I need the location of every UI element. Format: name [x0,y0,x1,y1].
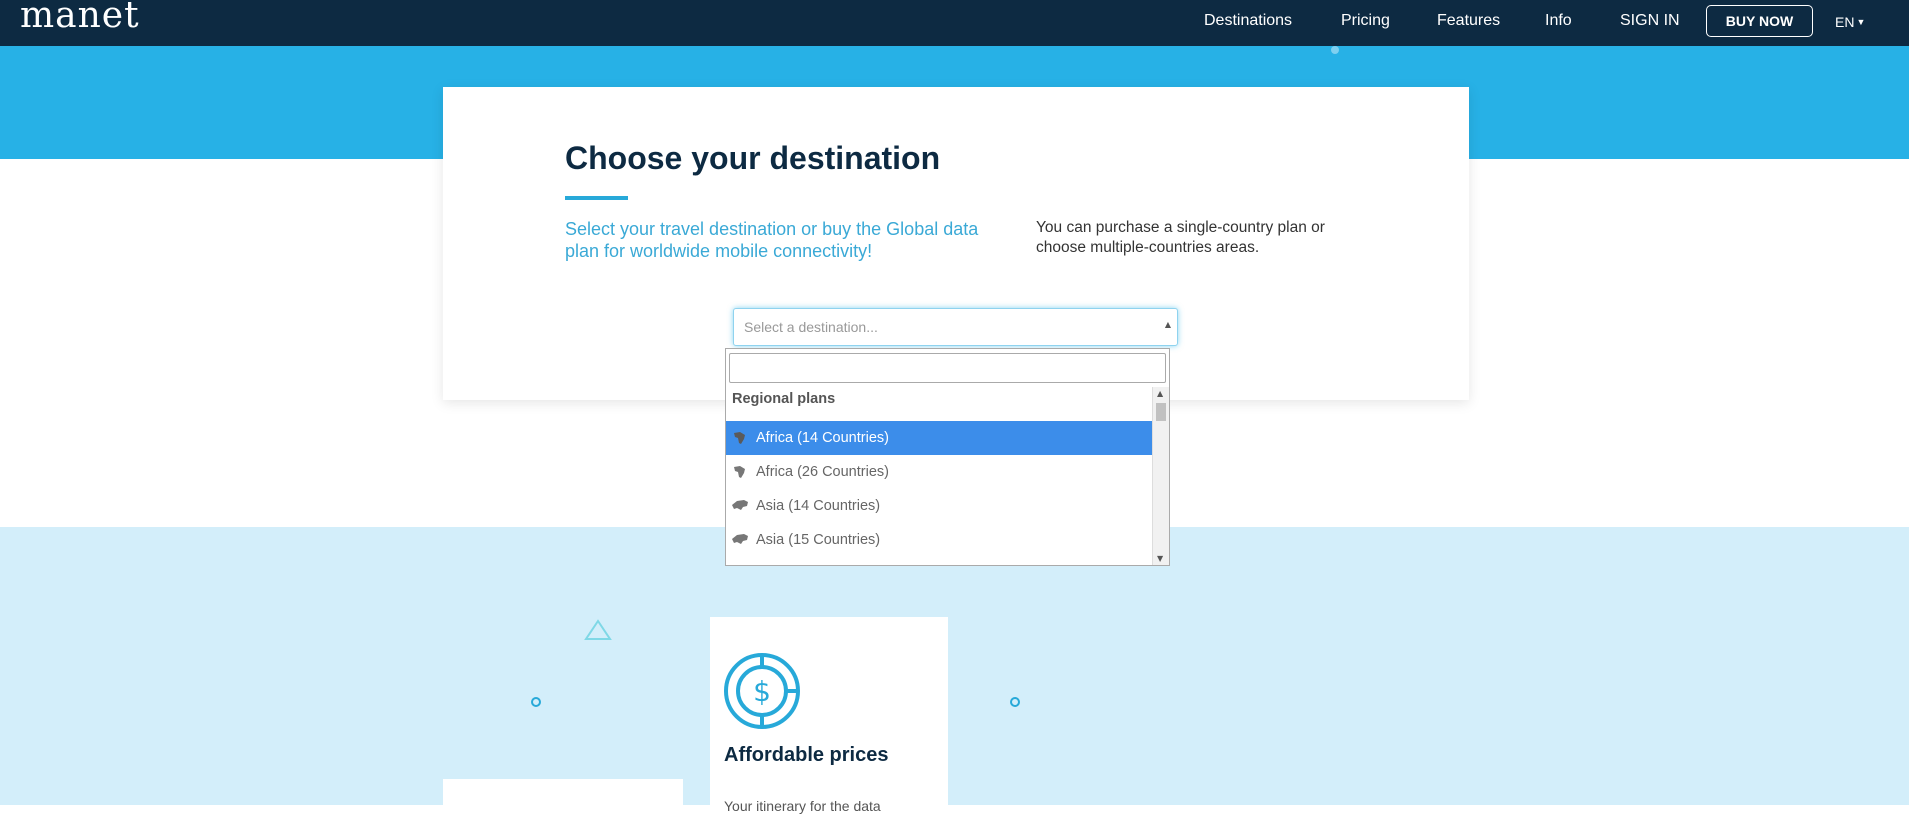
circle-decoration-icon [1010,697,1020,707]
destination-dropdown: Regional plans Africa (14 Countries) Afr… [725,348,1170,566]
option-group-label: Regional plans [732,391,836,407]
asia-icon [732,534,748,544]
destination-options-list[interactable]: Regional plans Africa (14 Countries) Afr… [726,387,1152,565]
option-asia-14[interactable]: Asia (14 Countries) [726,489,1152,523]
dollar-coin-icon: $ [724,653,800,729]
option-label: Africa (26 Countries) [756,464,889,480]
circle-decoration-icon [531,697,541,707]
nav-info-link[interactable]: Info [1545,11,1572,31]
buy-now-button[interactable]: BUY NOW [1706,5,1813,37]
decorative-dot [1331,46,1339,54]
feature-card-partial [443,779,683,819]
option-africa-14[interactable]: Africa (14 Countries) [726,421,1152,455]
africa-icon [734,432,745,444]
option-africa-26[interactable]: Africa (26 Countries) [726,455,1152,489]
triangle-decoration-icon [584,619,612,640]
scroll-down-icon[interactable]: ▼ [1157,554,1163,563]
caret-up-icon: ▲ [1164,320,1171,329]
dropdown-scrollbar[interactable]: ▲ ▼ [1152,387,1169,565]
select-placeholder: Select a destination... [744,319,878,335]
africa-icon [734,466,745,478]
feature-description: Your itinerary for the data [724,798,881,814]
destination-select[interactable]: Select a destination... ▲ [733,308,1178,346]
info-note: You can purchase a single-country plan o… [1036,219,1325,256]
nav-sign-in-link[interactable]: SIGN IN [1620,11,1680,31]
option-label: Asia (14 Countries) [756,498,881,514]
nav-pricing-link[interactable]: Pricing [1341,11,1390,31]
chevron-down-icon: ▼ [1856,17,1866,27]
feature-title: Affordable prices [724,744,889,766]
option-asia-15[interactable]: Asia (15 Countries) [726,523,1152,557]
page-title: Choose your destination [565,140,941,176]
option-label: Africa (14 Countries) [756,430,889,446]
scrollbar-thumb[interactable] [1156,403,1166,421]
nav-features-link[interactable]: Features [1437,11,1500,31]
nav-destinations-link[interactable]: Destinations [1204,11,1292,31]
option-label: Asia (15 Countries) [756,532,881,548]
features-section-background [0,527,1909,805]
lead-text: Select your travel destination or buy th… [565,219,979,261]
destination-search-input[interactable] [729,353,1166,383]
title-underline [565,196,628,200]
language-label: EN [1835,14,1855,30]
brand-logo[interactable]: manet [20,0,140,38]
svg-text:$: $ [753,675,771,708]
top-navbar: manet Destinations Pricing Features Info… [0,0,1909,46]
asia-icon [732,500,748,510]
scroll-up-icon[interactable]: ▲ [1157,389,1163,398]
language-selector[interactable]: EN ▼ [1835,14,1865,30]
